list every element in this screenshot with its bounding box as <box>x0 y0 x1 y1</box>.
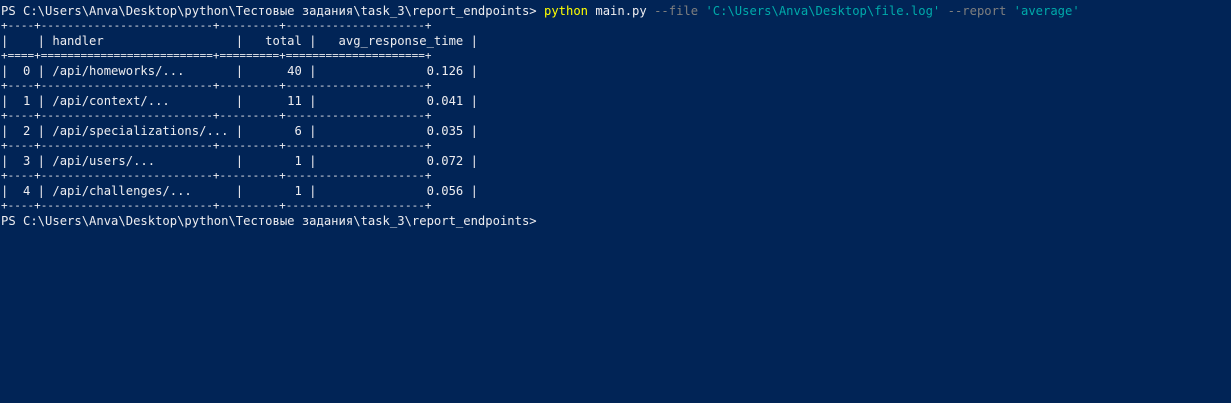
table-row-separator: +----+--------------------------+-------… <box>1 79 432 92</box>
table-row-separator: +----+--------------------------+-------… <box>1 139 432 152</box>
command-exe: python <box>543 4 589 18</box>
powershell-terminal[interactable]: PS C:\Users\Anva\Desktop\python\Тестовые… <box>0 0 1231 403</box>
table-row: | 4 | /api/challenges/... | 1 | 0.056 | <box>1 184 478 198</box>
prompt-text: PS C:\Users\Anva\Desktop\python\Тестовые… <box>1 214 537 228</box>
command-line: PS C:\Users\Anva\Desktop\python\Тестовые… <box>1 2 1231 20</box>
table-row: | 2 | /api/specializations/... | 6 | 0.0… <box>1 124 478 138</box>
table-header-row: | | handler | total | avg_response_time … <box>1 34 478 48</box>
flag-file: --file <box>654 4 699 18</box>
table-row-separator: +----+--------------------------+-------… <box>1 109 432 122</box>
table-row: | 3 | /api/users/... | 1 | 0.072 | <box>1 154 478 168</box>
table-header-separator: +====+==========================+=======… <box>1 49 432 62</box>
table-row: | 0 | /api/homeworks/... | 40 | 0.126 | <box>1 64 478 78</box>
flag-report: --report <box>947 4 1007 18</box>
command-arg: main.py <box>595 4 647 18</box>
table-border-bottom: +----+--------------------------+-------… <box>1 199 432 212</box>
table-row: | 1 | /api/context/... | 11 | 0.041 | <box>1 94 478 108</box>
prompt-text: PS C:\Users\Anva\Desktop\python\Тестовые… <box>1 4 537 18</box>
table-border-top: +----+--------------------------+-------… <box>1 19 432 32</box>
report-value: 'average' <box>1013 4 1080 18</box>
file-value: 'C:\Users\Anva\Desktop\file.log' <box>705 4 941 18</box>
prompt-line[interactable]: PS C:\Users\Anva\Desktop\python\Тестовые… <box>1 212 1231 230</box>
table-row-separator: +----+--------------------------+-------… <box>1 169 432 182</box>
